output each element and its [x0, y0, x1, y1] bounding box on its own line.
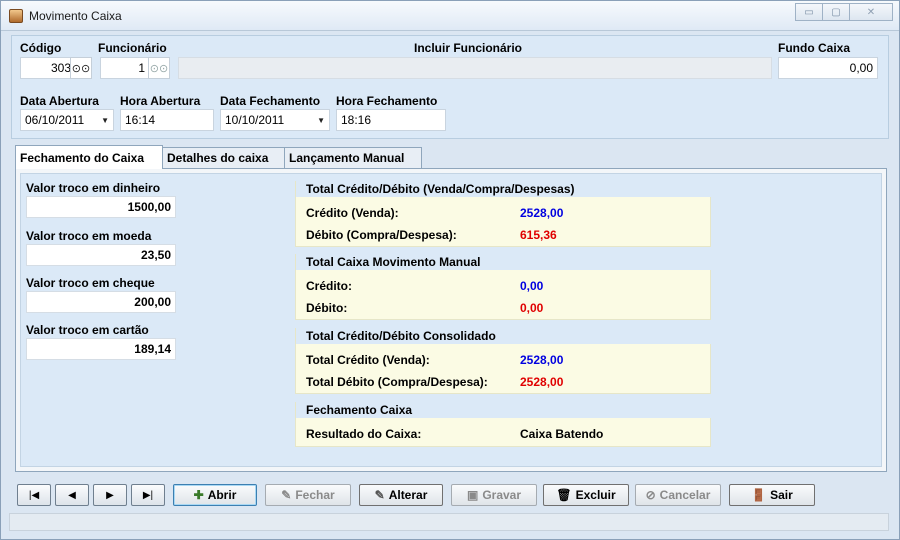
manual-debito-label: Débito: — [306, 301, 348, 315]
abrir-label: Abrir — [207, 488, 237, 502]
sair-label: Sair — [770, 488, 793, 502]
consolidado-credito-value: 2528,00 — [520, 353, 564, 367]
alterar-label: Alterar — [388, 488, 428, 502]
manual-credito-label: Crédito: — [306, 279, 352, 293]
edit-icon: ✎ — [374, 488, 385, 502]
minimize-icon[interactable]: ▭ — [795, 3, 823, 21]
troco-cartao-label: Valor troco em cartão — [26, 323, 149, 337]
hora-abertura-input[interactable]: 16:14 — [120, 109, 214, 131]
codigo-input[interactable]: 303 — [20, 57, 76, 79]
data-abertura-value: 06/10/2011 — [25, 113, 85, 127]
total-credito-label: Crédito (Venda): — [306, 206, 399, 220]
funcionario-input[interactable]: 1 — [100, 57, 150, 79]
maximize-icon[interactable]: ▢ — [822, 3, 850, 21]
tab-content-fechamento: Valor troco em dinheiro 1500,00 Valor tr… — [15, 168, 887, 472]
troco-moeda-label: Valor troco em moeda — [26, 229, 152, 243]
prev-record-button[interactable]: ◀ — [55, 484, 89, 506]
cancelar-button[interactable]: ⊘ Cancelar — [635, 484, 721, 506]
data-fechamento-label: Data Fechamento — [220, 94, 321, 108]
consolidado-debito-label: Total Débito (Compra/Despesa): — [306, 375, 488, 389]
last-record-button[interactable]: ▶| — [131, 484, 165, 506]
manual-debito-value: 0,00 — [520, 301, 544, 315]
resultado-caixa-value: Caixa Batendo — [520, 427, 604, 441]
status-bar — [9, 513, 889, 531]
resultado-caixa-label: Resultado do Caixa: — [306, 427, 422, 441]
excluir-label: Excluir — [575, 488, 616, 502]
data-fechamento-select[interactable]: 10/10/2011 ▼ — [220, 109, 330, 131]
troco-cartao-input[interactable]: 189,14 — [26, 338, 176, 360]
total-debito-value: 615,36 — [520, 228, 557, 242]
save-icon: ▣ — [466, 488, 479, 502]
chevron-down-icon: ▼ — [101, 116, 109, 125]
troco-cheque-input[interactable]: 200,00 — [26, 291, 176, 313]
app-icon — [9, 9, 23, 23]
cancelar-label: Cancelar — [659, 488, 711, 502]
movimento-caixa-window: Movimento Caixa ▭ ▢ ✕ Código 303 ⊙⊙ Func… — [0, 0, 900, 540]
gravar-button[interactable]: ▣ Gravar — [451, 484, 537, 506]
next-record-button[interactable]: ▶ — [93, 484, 127, 506]
first-record-button[interactable]: |◀ — [17, 484, 51, 506]
fechar-button[interactable]: ✎ Fechar — [265, 484, 351, 506]
incluir-funcionario-label: Incluir Funcionário — [414, 41, 523, 55]
group-consolidado: Total Crédito/Débito Consolidado Total C… — [295, 328, 712, 394]
sair-button[interactable]: 🚪 Sair — [729, 484, 815, 506]
search-codigo-binoculars-icon[interactable]: ⊙⊙ — [70, 57, 92, 79]
data-abertura-select[interactable]: 06/10/2011 ▼ — [20, 109, 114, 131]
header-panel: Código 303 ⊙⊙ Funcionário 1 ⊙⊙ Incluir F… — [11, 35, 889, 139]
hora-abertura-label: Hora Abertura — [120, 94, 201, 108]
consolidado-credito-label: Total Crédito (Venda): — [306, 353, 430, 367]
fechar-label: Fechar — [295, 488, 335, 502]
troco-cheque-label: Valor troco em cheque — [26, 276, 155, 290]
group-total-credito-debito: Total Crédito/Débito (Venda/Compra/Despe… — [295, 181, 712, 247]
fechamento-panel: Valor troco em dinheiro 1500,00 Valor tr… — [20, 173, 882, 467]
manual-credito-value: 0,00 — [520, 279, 544, 293]
gravar-label: Gravar — [482, 488, 522, 502]
group-fechamento-title: Fechamento Caixa — [296, 402, 712, 418]
fundo-caixa-label: Fundo Caixa — [778, 41, 851, 55]
chevron-down-icon: ▼ — [317, 116, 325, 125]
tab-detalhes-do-caixa[interactable]: Detalhes do caixa — [162, 147, 285, 169]
close-cash-icon: ✎ — [281, 488, 292, 502]
group-manual-title: Total Caixa Movimento Manual — [296, 254, 712, 270]
total-debito-label: Débito (Compra/Despesa): — [306, 228, 457, 242]
hora-fechamento-label: Hora Fechamento — [336, 94, 438, 108]
troco-moeda-input[interactable]: 23,50 — [26, 244, 176, 266]
alterar-button[interactable]: ✎ Alterar — [359, 484, 443, 506]
troco-dinheiro-label: Valor troco em dinheiro — [26, 181, 161, 195]
window-controls: ▭ ▢ ✕ — [795, 3, 893, 21]
excluir-button[interactable]: 🗑 Excluir — [543, 484, 629, 506]
group-caixa-movimento-manual: Total Caixa Movimento Manual Crédito: 0,… — [295, 254, 712, 320]
abrir-button[interactable]: ✚ Abrir — [173, 484, 257, 506]
total-credito-value: 2528,00 — [520, 206, 564, 220]
funcionario-name-field — [178, 57, 772, 79]
trash-icon: 🗑 — [556, 488, 572, 502]
hora-fechamento-input[interactable]: 18:16 — [336, 109, 446, 131]
group-fechamento-caixa: Fechamento Caixa Resultado do Caixa: Cai… — [295, 402, 712, 447]
window-title: Movimento Caixa — [29, 9, 122, 23]
data-abertura-label: Data Abertura — [20, 94, 99, 108]
funcionario-label: Funcionário — [98, 41, 167, 55]
open-cash-icon: ✚ — [193, 488, 204, 502]
group-total-title: Total Crédito/Débito (Venda/Compra/Despe… — [296, 181, 712, 197]
search-funcionario-binoculars-icon[interactable]: ⊙⊙ — [148, 57, 170, 79]
consolidado-debito-value: 2528,00 — [520, 375, 564, 389]
troco-dinheiro-input[interactable]: 1500,00 — [26, 196, 176, 218]
codigo-label: Código — [20, 41, 62, 55]
fundo-caixa-input[interactable]: 0,00 — [778, 57, 878, 79]
close-icon[interactable]: ✕ — [849, 3, 893, 21]
title-bar[interactable]: Movimento Caixa ▭ ▢ ✕ — [1, 1, 899, 31]
toolbar-bottom: |◀ ◀ ▶ ▶| ✚ Abrir ✎ Fechar ✎ Alterar ▣ G… — [15, 484, 891, 510]
cancel-icon: ⊘ — [645, 488, 656, 502]
tab-lancamento-manual[interactable]: Lançamento Manual — [284, 147, 422, 169]
group-consolidado-title: Total Crédito/Débito Consolidado — [296, 328, 712, 344]
data-fechamento-value: 10/10/2011 — [225, 113, 285, 127]
tab-fechamento-do-caixa[interactable]: Fechamento do Caixa — [15, 145, 163, 169]
exit-door-icon: 🚪 — [751, 488, 767, 502]
